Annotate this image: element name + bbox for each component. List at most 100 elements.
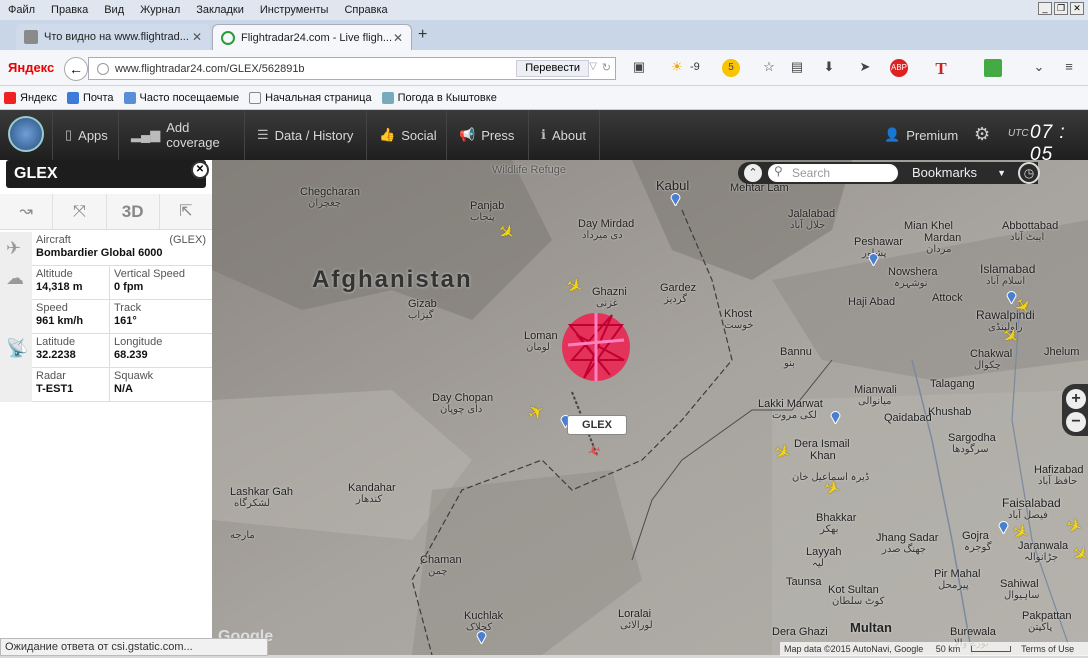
- map-label: سرگودھا: [952, 444, 989, 455]
- map-label: Day Chopan: [432, 392, 494, 404]
- cloud-icon: [381, 91, 394, 104]
- menu-file[interactable]: Файл: [0, 4, 43, 16]
- menu-view[interactable]: Вид: [96, 4, 132, 16]
- bookmark-weather[interactable]: Погода в Кыштовке: [381, 91, 497, 104]
- weather-sun-icon[interactable]: ☀: [668, 59, 686, 77]
- premium-link[interactable]: 👤 Premium: [872, 110, 962, 160]
- nav-apps[interactable]: ▯ Apps: [52, 110, 118, 160]
- map-label: Chaman: [420, 554, 462, 566]
- reload-icon[interactable]: ↻: [602, 61, 611, 74]
- radar-value: T-EST1: [36, 383, 74, 395]
- close-panel-icon[interactable]: ✕: [191, 161, 209, 179]
- nav-press[interactable]: 📢 Press: [446, 110, 528, 160]
- clipboard-icon[interactable]: ▤: [788, 59, 806, 77]
- phone-icon: ▯: [65, 127, 73, 142]
- bookmark-home-page[interactable]: Начальная страница: [249, 91, 372, 104]
- map-label: بھکر: [820, 524, 839, 535]
- menu-tools[interactable]: Инструменты: [252, 4, 337, 16]
- attribution-text: Map data ©2015 AutoNavi, Google: [784, 644, 924, 654]
- terms-link[interactable]: Terms of Use: [1021, 644, 1074, 654]
- bookmark-mail[interactable]: Почта: [67, 91, 114, 104]
- bookmarks-dropdown[interactable]: Bookmarks ▼: [906, 163, 1012, 183]
- center-icon[interactable]: ⤧: [53, 194, 107, 229]
- clock-icon[interactable]: ◷: [1018, 162, 1040, 184]
- fr24-header: ▯ Apps ▂▄▆ Add coverage ☰ Data / History 👍 S…: [0, 110, 1088, 165]
- extension-icon[interactable]: [984, 59, 1002, 77]
- tab-close-icon[interactable]: ✕: [192, 30, 202, 44]
- longitude-cell: Longitude 68.239: [110, 334, 212, 368]
- squawk-value: N/A: [114, 383, 133, 395]
- chevron-up-icon[interactable]: ⌃: [744, 164, 762, 182]
- restore-icon[interactable]: ❐: [1054, 2, 1068, 15]
- window-controls: _ ❐ ✕: [1038, 2, 1084, 15]
- hamburger-menu-icon[interactable]: ≡: [1060, 59, 1078, 77]
- nav-about[interactable]: ℹ About: [528, 110, 600, 160]
- chevron-down-icon[interactable]: ⌄: [1030, 59, 1048, 77]
- airport-pin-icon[interactable]: [670, 192, 681, 206]
- map-label: Jaranwala: [1018, 540, 1069, 552]
- screenshot-icon[interactable]: ▣: [630, 59, 648, 77]
- menu-bookmarks[interactable]: Закладки: [188, 4, 252, 16]
- airport-pin-icon[interactable]: [476, 630, 487, 644]
- zoom-in-icon[interactable]: +: [1066, 389, 1086, 409]
- flight-track-scribble: [562, 313, 630, 381]
- yandex-logo[interactable]: Яндекс: [8, 60, 54, 75]
- tab-close-icon[interactable]: ✕: [393, 31, 403, 45]
- search-input[interactable]: Search: [768, 164, 898, 182]
- mail-icon: [67, 91, 79, 104]
- selected-flight-label[interactable]: GLEX: [567, 415, 627, 435]
- translate-t-icon[interactable]: T: [932, 59, 950, 78]
- nav-label: About: [551, 127, 586, 143]
- tab-flightradar24[interactable]: Flightradar24.com - Live fligh... ✕: [212, 24, 412, 50]
- altitude-cell: Altitude 14,318 m: [32, 266, 110, 300]
- bookmark-most-visited[interactable]: Часто посещаемые: [123, 91, 239, 104]
- gear-icon[interactable]: ⚙: [974, 124, 990, 145]
- cloud-icon: ☁: [6, 268, 24, 288]
- map-label: Loralai: [618, 608, 652, 620]
- bookmark-star-icon[interactable]: ☆: [760, 59, 778, 77]
- view-3d-button[interactable]: 3D: [107, 194, 160, 229]
- map-label: Lakki Marwat: [758, 398, 823, 410]
- map-label: Lashkar Gah: [230, 486, 293, 498]
- aircraft-code: (GLEX): [169, 234, 206, 246]
- globe-icon: [97, 63, 109, 75]
- flight-map[interactable]: Afghanistan Chegcharan چغچران Wildlife R…: [212, 160, 1088, 655]
- airport-pin-icon[interactable]: [868, 252, 879, 266]
- map-label: گردیز: [664, 294, 688, 305]
- tab-title: Что видно на www.flightrad...: [44, 31, 189, 43]
- nav-add-coverage[interactable]: ▂▄▆ Add coverage: [118, 110, 244, 160]
- bookmark-yandex[interactable]: Яндекс: [4, 91, 57, 104]
- yandex-money-icon[interactable]: 5: [722, 59, 740, 77]
- map-label: کوٹ سلطان: [832, 596, 885, 607]
- tab-flightradar-article[interactable]: Что видно на www.flightrad... ✕: [16, 24, 210, 50]
- airport-pin-icon[interactable]: [998, 520, 1009, 534]
- map-label: Gizab: [408, 298, 437, 310]
- longitude-label: Longitude: [114, 336, 163, 348]
- map-label: Kot Sultan: [828, 584, 879, 596]
- share-icon[interactable]: ⇱: [160, 194, 212, 229]
- route-icon[interactable]: ↝: [0, 194, 54, 229]
- new-tab-icon[interactable]: +: [418, 26, 427, 44]
- map-label: Wildlife Refuge: [492, 164, 566, 176]
- minimize-icon[interactable]: _: [1038, 2, 1052, 15]
- menu-history[interactable]: Журнал: [132, 4, 188, 16]
- airport-pin-icon[interactable]: [830, 410, 841, 424]
- nav-data-history[interactable]: ☰ Data / History: [244, 110, 366, 160]
- address-bar[interactable]: www.flightradar24.com/GLEX/562891b Перев…: [88, 57, 616, 80]
- download-icon[interactable]: ⬇: [820, 59, 838, 77]
- zoom-out-icon[interactable]: −: [1066, 412, 1086, 432]
- nav-social[interactable]: 👍 Social: [366, 110, 446, 160]
- radar-logo-icon[interactable]: [8, 116, 44, 152]
- menu-help[interactable]: Справка: [336, 4, 395, 16]
- close-window-icon[interactable]: ✕: [1070, 2, 1084, 15]
- folder-icon: [123, 91, 136, 104]
- menu-edit[interactable]: Правка: [43, 4, 96, 16]
- back-icon[interactable]: ←: [64, 57, 88, 81]
- dropdown-icon[interactable]: ▽: [589, 61, 597, 72]
- adblock-icon[interactable]: ABP: [890, 59, 908, 77]
- track-value: 161°: [114, 315, 137, 327]
- nav-label: Social: [401, 127, 437, 143]
- send-icon[interactable]: ➤: [856, 59, 874, 77]
- map-label: خوست: [724, 320, 754, 331]
- translate-button[interactable]: Перевести: [516, 60, 589, 77]
